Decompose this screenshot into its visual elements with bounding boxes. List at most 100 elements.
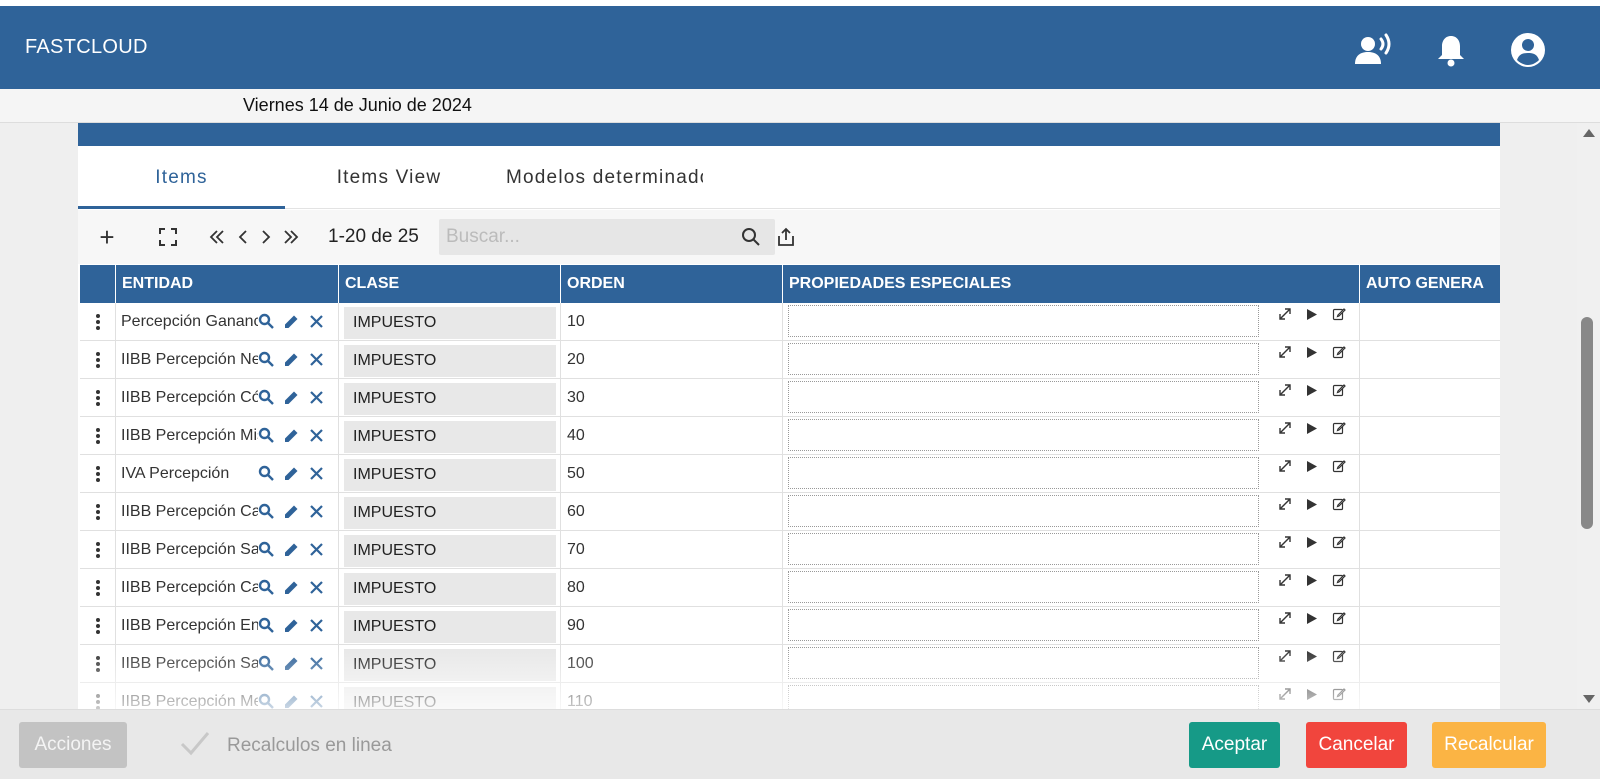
clase-field[interactable]: IMPUESTO — [344, 573, 556, 605]
scroll-down-icon[interactable] — [1583, 695, 1595, 703]
auto-genera-cell[interactable] — [1360, 645, 1500, 683]
table-row[interactable]: IIBB Percepción Córdoba IMPUESTO 30 — [80, 379, 1500, 417]
propiedades-field[interactable] — [788, 419, 1259, 451]
clase-field[interactable]: IMPUESTO — [344, 307, 556, 339]
table-row[interactable]: IIBB Percepción Capital IMPUESTO 80 — [80, 569, 1500, 607]
clear-icon[interactable] — [309, 694, 324, 709]
clear-icon[interactable] — [309, 542, 324, 562]
edit-note-icon[interactable] — [1332, 421, 1346, 440]
search-entity-icon[interactable] — [258, 503, 275, 525]
play-icon[interactable] — [1306, 498, 1318, 516]
search-entity-icon[interactable] — [258, 541, 275, 563]
tab-items[interactable]: Items — [78, 146, 285, 209]
propiedades-field[interactable] — [788, 457, 1259, 489]
auto-genera-cell[interactable] — [1360, 303, 1500, 341]
fullscreen-icon[interactable] — [156, 210, 180, 264]
auto-genera-cell[interactable] — [1360, 341, 1500, 379]
row-menu-icon[interactable] — [80, 645, 116, 683]
search-entity-icon[interactable] — [258, 313, 275, 335]
clase-field[interactable]: IMPUESTO — [344, 649, 556, 681]
clase-field[interactable]: IMPUESTO — [344, 421, 556, 453]
play-icon[interactable] — [1306, 574, 1318, 592]
orden-cell[interactable]: 80 — [561, 569, 783, 607]
column-header-entidad[interactable]: ENTIDAD — [116, 265, 339, 303]
clear-icon[interactable] — [309, 428, 324, 448]
auto-genera-cell[interactable] — [1360, 417, 1500, 455]
play-icon[interactable] — [1306, 650, 1318, 668]
search-entity-icon[interactable] — [258, 465, 275, 487]
tab-modelos-determinados[interactable]: Modelos determinados — [506, 146, 703, 209]
propiedades-field[interactable] — [788, 495, 1259, 527]
play-icon[interactable] — [1306, 422, 1318, 440]
search-entity-icon[interactable] — [258, 693, 275, 709]
clear-icon[interactable] — [309, 352, 324, 372]
auto-genera-cell[interactable] — [1360, 607, 1500, 645]
table-row[interactable]: IIBB Percepción San Luis IMPUESTO 100 — [80, 645, 1500, 683]
clase-field[interactable]: IMPUESTO — [344, 611, 556, 643]
play-icon[interactable] — [1306, 612, 1318, 630]
propiedades-field[interactable] — [788, 381, 1259, 413]
orden-cell[interactable]: 10 — [561, 303, 783, 341]
play-icon[interactable] — [1306, 346, 1318, 364]
table-row[interactable]: IIBB Percepción Salta IMPUESTO 70 — [80, 531, 1500, 569]
row-menu-icon[interactable] — [80, 683, 116, 709]
expand-icon[interactable] — [1278, 497, 1292, 516]
auto-genera-cell[interactable] — [1360, 569, 1500, 607]
propiedades-field[interactable] — [788, 343, 1259, 375]
expand-icon[interactable] — [1278, 535, 1292, 554]
edit-icon[interactable] — [283, 351, 300, 373]
expand-icon[interactable] — [1278, 421, 1292, 440]
edit-note-icon[interactable] — [1332, 383, 1346, 402]
first-page-icon[interactable] — [206, 210, 228, 264]
propiedades-field[interactable] — [788, 609, 1259, 641]
scroll-thumb[interactable] — [1581, 317, 1593, 529]
orden-cell[interactable]: 40 — [561, 417, 783, 455]
orden-cell[interactable]: 90 — [561, 607, 783, 645]
propiedades-field[interactable] — [788, 305, 1259, 337]
clear-icon[interactable] — [309, 618, 324, 638]
search-entity-icon[interactable] — [258, 617, 275, 639]
search-input[interactable] — [439, 219, 729, 255]
export-icon[interactable] — [774, 210, 798, 264]
tab-items-view[interactable]: Items View — [293, 146, 485, 209]
page-scrollbar[interactable] — [1577, 123, 1600, 709]
row-menu-icon[interactable] — [80, 341, 116, 379]
propiedades-field[interactable] — [788, 647, 1259, 679]
edit-icon[interactable] — [283, 541, 300, 563]
auto-genera-cell[interactable] — [1360, 683, 1500, 709]
propiedades-field[interactable] — [788, 685, 1259, 709]
edit-icon[interactable] — [283, 655, 300, 677]
account-icon[interactable] — [1508, 30, 1548, 70]
expand-icon[interactable] — [1278, 383, 1292, 402]
expand-icon[interactable] — [1278, 307, 1292, 326]
edit-note-icon[interactable] — [1332, 649, 1346, 668]
propiedades-field[interactable] — [788, 533, 1259, 565]
table-row[interactable]: Percepción Ganancias IMPUESTO 10 — [80, 303, 1500, 341]
edit-icon[interactable] — [283, 389, 300, 411]
expand-icon[interactable] — [1278, 459, 1292, 478]
column-header-auto-genera[interactable]: AUTO GENERA — [1360, 265, 1500, 303]
acciones-button[interactable]: Acciones — [19, 722, 127, 768]
search-entity-icon[interactable] — [258, 351, 275, 373]
edit-icon[interactable] — [283, 313, 300, 335]
clear-icon[interactable] — [309, 656, 324, 676]
edit-note-icon[interactable] — [1332, 687, 1346, 706]
row-menu-icon[interactable] — [80, 531, 116, 569]
edit-note-icon[interactable] — [1332, 611, 1346, 630]
propiedades-field[interactable] — [788, 571, 1259, 603]
clase-field[interactable]: IMPUESTO — [344, 497, 556, 529]
search-entity-icon[interactable] — [258, 655, 275, 677]
orden-cell[interactable]: 20 — [561, 341, 783, 379]
table-row[interactable]: IIBB Percepción Neuquén IMPUESTO 20 — [80, 341, 1500, 379]
clase-field[interactable]: IMPUESTO — [344, 345, 556, 377]
scroll-up-icon[interactable] — [1583, 129, 1595, 137]
clase-field[interactable]: IMPUESTO — [344, 687, 556, 709]
clase-field[interactable]: IMPUESTO — [344, 535, 556, 567]
column-header-clase[interactable]: CLASE — [339, 265, 561, 303]
orden-cell[interactable]: 110 — [561, 683, 783, 709]
bell-icon[interactable] — [1431, 30, 1471, 70]
clase-field[interactable]: IMPUESTO — [344, 383, 556, 415]
aceptar-button[interactable]: Aceptar — [1189, 722, 1280, 768]
column-header-orden[interactable]: ORDEN — [561, 265, 783, 303]
auto-genera-cell[interactable] — [1360, 455, 1500, 493]
